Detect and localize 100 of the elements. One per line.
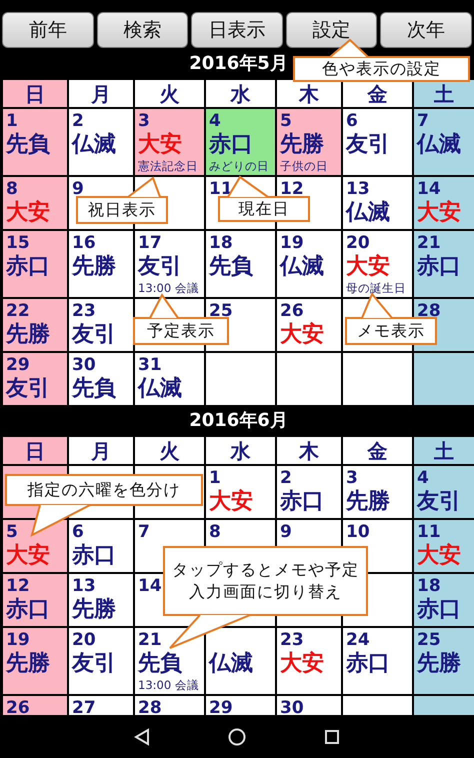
rokuyo-label: 赤口 — [346, 650, 390, 678]
rokuyo-label: 大安 — [6, 542, 50, 570]
day-number: 1 — [6, 112, 18, 131]
rokuyo-label: 仏滅 — [346, 199, 390, 227]
rokuyo-label: 先勝 — [6, 321, 50, 349]
cell-note: 13:00 会議 — [138, 678, 199, 692]
weekday-header: 土 — [414, 80, 474, 107]
rokuyo-label: 大安 — [280, 650, 324, 678]
rokuyo-label: 大安 — [6, 199, 50, 227]
cell-note: 13:00 会議 — [138, 281, 199, 295]
day-number: 23 — [280, 631, 304, 650]
weekday-header: 火 — [135, 437, 204, 464]
rokuyo-label: 仏滅 — [72, 131, 116, 159]
rokuyo-label: 大安 — [346, 253, 390, 281]
day-number: 5 — [6, 523, 18, 542]
day-number: 31 — [138, 356, 162, 375]
rokuyo-label: 友引 — [138, 253, 182, 281]
rokuyo-label: 先勝 — [346, 488, 390, 516]
day-number: 30 — [280, 699, 304, 715]
rokuyo-label: 大安 — [280, 321, 324, 349]
day-number: 27 — [72, 699, 96, 715]
cell-note: 母の誕生日 — [346, 281, 406, 295]
rokuyo-label: 先勝 — [280, 131, 324, 159]
day-number: 19 — [280, 234, 304, 253]
day-number: 22 — [6, 302, 30, 321]
weekday-header: 日 — [3, 80, 67, 107]
rokuyo-label: 友引 — [417, 488, 461, 516]
day-number: 29 — [209, 699, 233, 715]
day-number: 20 — [346, 234, 370, 253]
day-number: 9 — [72, 180, 84, 199]
day-number: 29 — [6, 356, 30, 375]
day-number: 1 — [209, 469, 221, 488]
weekday-header: 月 — [69, 437, 133, 464]
rokuyo-label: 先負 — [72, 375, 116, 403]
day-number: 17 — [138, 234, 162, 253]
cell-note: 子供の日 — [280, 159, 328, 173]
day-number: 10 — [346, 523, 370, 542]
rokuyo-label: 赤口 — [6, 253, 50, 281]
day-number: 6 — [72, 523, 84, 542]
weekday-header: 水 — [206, 80, 275, 107]
day-number: 12 — [6, 577, 30, 596]
rokuyo-label: 先勝 — [417, 650, 461, 678]
day-number: 28 — [138, 699, 162, 715]
day-number: 4 — [417, 469, 429, 488]
day-number: 21 — [417, 234, 441, 253]
rokuyo-label: 仏滅 — [209, 650, 253, 678]
rokuyo-label: 大安 — [417, 199, 461, 227]
weekday-header: 火 — [135, 80, 204, 107]
day-number: 11 — [417, 523, 441, 542]
rokuyo-label: 先負 — [138, 650, 182, 678]
rokuyo-label: 赤口 — [417, 253, 461, 281]
day-number: 14 — [417, 180, 441, 199]
rokuyo-label: 友引 — [72, 321, 116, 349]
weekday-header: 月 — [69, 80, 133, 107]
rokuyo-label: 赤口 — [6, 596, 50, 624]
day-number: 15 — [6, 234, 30, 253]
day-number: 19 — [6, 631, 30, 650]
day-number: 24 — [346, 631, 370, 650]
weekday-header: 金 — [343, 80, 412, 107]
rokuyo-label: 大安 — [138, 131, 182, 159]
rokuyo-label: 先負 — [6, 131, 50, 159]
day-number: 14 — [138, 577, 162, 596]
day-number: 30 — [72, 356, 96, 375]
day-number: 7 — [138, 523, 150, 542]
day-number: 3 — [138, 112, 150, 131]
day-number: 18 — [417, 577, 441, 596]
rokuyo-label: 赤口 — [417, 596, 461, 624]
day-number: 3 — [346, 469, 358, 488]
day-number: 18 — [209, 234, 233, 253]
rokuyo-label: 先負 — [209, 253, 253, 281]
rokuyo-label: 大安 — [417, 542, 461, 570]
day-number: 26 — [280, 302, 304, 321]
day-number: 13 — [346, 180, 370, 199]
rokuyo-label: 大安 — [209, 488, 253, 516]
weekday-header: 水 — [206, 437, 275, 464]
rokuyo-label: 先勝 — [6, 650, 50, 678]
day-number: 9 — [280, 523, 292, 542]
day-number: 8 — [6, 180, 18, 199]
day-number: 20 — [72, 631, 96, 650]
day-number: 16 — [72, 234, 96, 253]
day-number: 8 — [209, 523, 221, 542]
day-number: 13 — [72, 577, 96, 596]
weekday-header: 土 — [414, 437, 474, 464]
cell-note: みどりの日 — [209, 159, 269, 173]
rokuyo-label: 先勝 — [72, 253, 116, 281]
weekday-header: 日 — [3, 437, 67, 464]
day-number: 23 — [72, 302, 96, 321]
rokuyo-label: 先勝 — [72, 596, 116, 624]
day-number: 2 — [72, 112, 84, 131]
day-number: 7 — [417, 112, 429, 131]
day-number: 4 — [209, 112, 221, 131]
rokuyo-label: 友引 — [72, 650, 116, 678]
rokuyo-label: 赤口 — [72, 542, 116, 570]
day-number: 25 — [417, 631, 441, 650]
day-number: 11 — [209, 180, 233, 199]
day-number: 21 — [138, 631, 162, 650]
rokuyo-label: 仏滅 — [280, 253, 324, 281]
day-number: 5 — [280, 112, 292, 131]
day-number: 12 — [280, 180, 304, 199]
day-number: 26 — [6, 699, 30, 715]
